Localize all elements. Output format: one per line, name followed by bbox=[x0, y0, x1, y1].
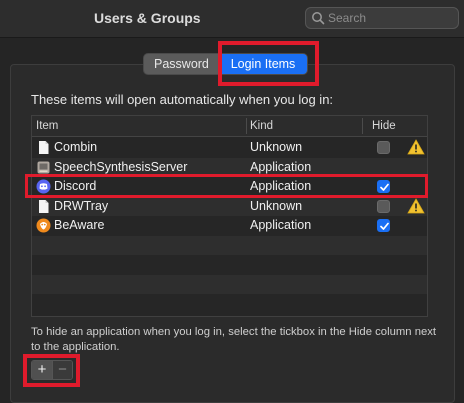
item-kind: Unknown bbox=[250, 140, 303, 154]
warning-icon bbox=[407, 197, 425, 213]
table-header: Item Kind Hide bbox=[32, 116, 427, 137]
title-bar: Users & Groups Search bbox=[0, 0, 464, 38]
hide-checkbox[interactable] bbox=[377, 219, 390, 232]
header-divider bbox=[362, 118, 363, 134]
item-kind: Application bbox=[250, 159, 312, 174]
item-name: BeAware bbox=[54, 218, 105, 232]
hide-checkbox[interactable] bbox=[377, 199, 390, 213]
header-kind[interactable]: Kind bbox=[250, 120, 273, 132]
item-kind: Application bbox=[250, 218, 312, 232]
search-icon bbox=[312, 12, 325, 25]
table-row[interactable]: BeAware Application bbox=[32, 216, 427, 236]
checkmark-icon bbox=[380, 222, 389, 230]
warning-icon bbox=[407, 139, 425, 155]
document-icon bbox=[39, 141, 49, 154]
empty-row bbox=[32, 274, 427, 294]
header-hide[interactable]: Hide bbox=[372, 120, 396, 132]
header-divider bbox=[246, 118, 247, 134]
table-row[interactable]: DRWTray Unknown bbox=[32, 196, 427, 216]
item-name: Combin bbox=[54, 140, 98, 154]
intro-text: These items will open automatically when… bbox=[31, 92, 334, 107]
discord-row-highlight-box bbox=[25, 174, 428, 198]
empty-row bbox=[32, 294, 427, 314]
document-icon bbox=[39, 199, 49, 213]
search-input[interactable]: Search bbox=[305, 7, 459, 29]
search-placeholder: Search bbox=[328, 11, 367, 25]
empty-row bbox=[32, 235, 427, 255]
hide-checkbox[interactable] bbox=[377, 141, 390, 154]
empty-row bbox=[32, 255, 427, 275]
tab-password[interactable]: Password bbox=[144, 54, 219, 74]
item-name: SpeechSynthesisServer bbox=[54, 159, 188, 174]
help-text: To hide an application when you log in, … bbox=[31, 326, 437, 353]
beaware-icon bbox=[36, 218, 51, 233]
login-items-table: Item Kind Hide Combin Unknown SpeechSynt… bbox=[31, 115, 428, 317]
tab-highlight-box bbox=[218, 41, 319, 86]
table-row[interactable]: Combin Unknown bbox=[32, 138, 427, 158]
window-title: Users & Groups bbox=[94, 10, 201, 26]
item-name: DRWTray bbox=[54, 198, 109, 213]
app-icon bbox=[37, 161, 50, 173]
buttons-highlight-box bbox=[23, 354, 80, 387]
item-kind: Unknown bbox=[250, 198, 303, 213]
header-item[interactable]: Item bbox=[36, 120, 58, 132]
